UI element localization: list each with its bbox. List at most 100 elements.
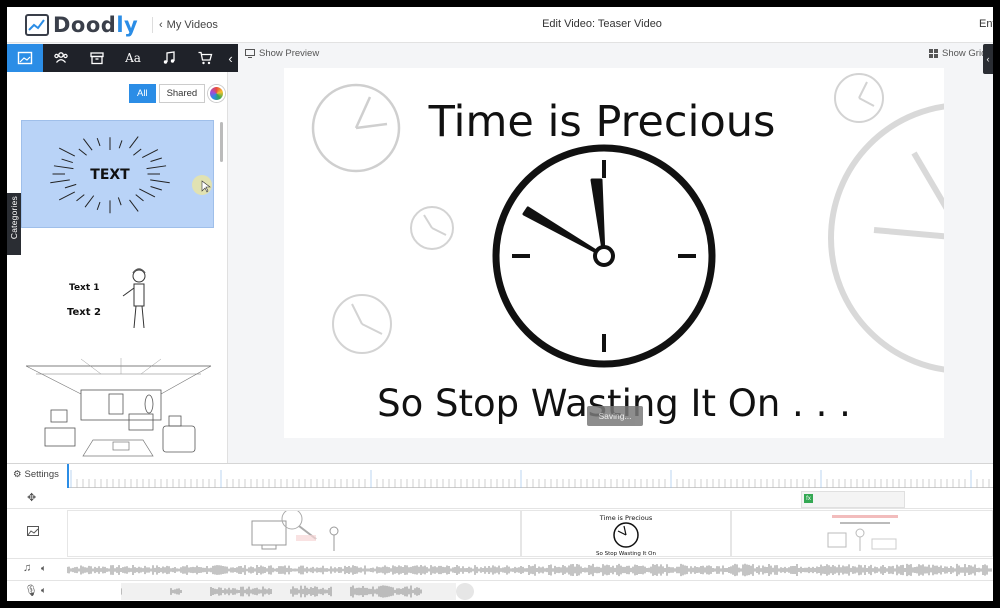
library-scrollbar[interactable] (220, 122, 223, 162)
burst-ray (118, 140, 123, 149)
video-canvas[interactable]: Time is Precious So Stop Wasting It On .… (284, 68, 944, 438)
burst-ray (64, 183, 77, 189)
doodly-app: Doodly ‹ My Videos Edit Video: Teaser Vi… (7, 7, 993, 601)
burst-ray (96, 201, 101, 211)
timeline-panel: ⚙ Settings ✥ fx Time is Precious So Stop… (7, 463, 993, 601)
presenter-illustration: Text 1 Text 2 (67, 268, 146, 329)
image-track-icon (27, 526, 39, 539)
burst-ray (139, 188, 156, 198)
bg-clock-top-left (311, 83, 401, 173)
music-waveform[interactable] (67, 560, 993, 580)
my-videos-link[interactable]: ‹ My Videos (152, 17, 218, 33)
top-bar: Doodly ‹ My Videos Edit Video: Teaser Vi… (7, 7, 993, 43)
burst-ray (78, 148, 87, 156)
right-panel-toggle[interactable]: ‹ (983, 44, 993, 74)
scene-clip-1[interactable] (67, 510, 521, 557)
burst-ray (76, 194, 85, 202)
show-grid-label: Show Grid (942, 48, 987, 59)
monitor-icon (245, 49, 255, 58)
burst-ray (129, 199, 139, 212)
bg-clock-top-right (834, 73, 884, 123)
voiceover-clip[interactable] (120, 583, 456, 600)
scene-artwork: Time is Precious So Stop Wasting It On .… (311, 73, 944, 425)
chevron-left-icon: ‹ (159, 19, 163, 31)
logo-wordmark: Doodly (53, 13, 139, 37)
music-icon[interactable] (151, 44, 187, 72)
main-clock (492, 144, 716, 368)
thumb-text-label: TEXT (90, 167, 130, 183)
motion-track: ✥ fx (7, 488, 993, 509)
voiceover-waveform (120, 585, 422, 598)
bg-clock-large-right (828, 103, 944, 373)
fx-icon: fx (804, 494, 813, 503)
room-illustration (25, 358, 212, 457)
show-preview-toggle[interactable]: Show Preview (245, 48, 319, 59)
color-filter-icon[interactable] (208, 85, 226, 102)
burst-ray (58, 147, 76, 157)
scene-track: Time is Precious So Stop Wasting It On (7, 509, 993, 559)
settings-label: Settings (24, 469, 59, 480)
box-icon[interactable] (79, 44, 115, 72)
burst-ray (96, 137, 101, 147)
filter-shared[interactable]: Shared (158, 84, 206, 103)
burst-ray (117, 197, 122, 206)
scene-3-preview (827, 515, 898, 551)
text-burst-illustration: TEXT (50, 136, 212, 214)
voiceover-track: 🎙︎ 🔈︎ (7, 581, 993, 601)
asset-thumb-presenter[interactable]: Text 1 Text 2 (21, 240, 214, 350)
asset-thumb-text-burst[interactable]: TEXT (21, 120, 214, 228)
microphone-icon: 🎙︎ (24, 585, 38, 597)
bg-clock-small-left (410, 206, 454, 250)
burst-ray (150, 179, 170, 184)
thumb-text-1: Text 1 (69, 283, 100, 293)
timeline-settings-button[interactable]: ⚙ Settings (13, 469, 59, 480)
burst-ray (53, 165, 74, 170)
playhead[interactable] (67, 464, 69, 488)
scene-2-preview: Time is Precious So Stop Wasting It On (596, 514, 656, 557)
page-title: Edit Video: Teaser Video (542, 18, 662, 30)
move-icon: ✥ (27, 492, 37, 504)
music-track: ♫ 🔈︎ (7, 559, 993, 581)
voice-volume-icon[interactable]: 🔈︎ (41, 585, 46, 596)
asset-thumb-room[interactable] (21, 354, 214, 463)
bg-clock-bottom-left (332, 294, 392, 354)
font-icon[interactable]: Aa (115, 44, 151, 72)
filter-group: All Shared (129, 84, 226, 103)
music-note-icon: ♫ (23, 562, 32, 574)
scene-2-subtitle: So Stop Wasting It On (596, 551, 656, 557)
show-grid-toggle[interactable]: Show Grid (929, 48, 986, 59)
logo-chart-icon (25, 14, 49, 36)
collapse-panel-icon[interactable]: ‹ (223, 44, 238, 72)
scene-2-title: Time is Precious (599, 514, 653, 522)
doodly-logo[interactable]: Doodly (25, 11, 138, 39)
enter-button[interactable]: Ente (979, 18, 993, 30)
asset-library-panel: All Shared Categories TEXT Text 1 Text 2 (7, 72, 228, 463)
categories-tab[interactable]: Categories (7, 193, 21, 255)
burst-ray (58, 191, 76, 201)
my-videos-label: My Videos (166, 19, 218, 31)
filter-all[interactable]: All (129, 84, 156, 103)
burst-ray (142, 149, 159, 158)
saving-indicator: Saving... (587, 406, 643, 426)
image-icon[interactable] (7, 44, 43, 72)
scene-clip-3[interactable] (731, 510, 993, 557)
scene-clip-2[interactable]: Time is Precious So Stop Wasting It On (521, 510, 731, 557)
people-icon[interactable] (43, 44, 79, 72)
scene-1-preview (251, 511, 339, 551)
timeline-ruler[interactable] (67, 464, 993, 488)
categories-label: Categories (9, 196, 19, 240)
add-voice-button[interactable] (456, 583, 474, 600)
gear-icon: ⚙ (13, 469, 22, 480)
burst-ray (146, 165, 167, 170)
headline-text: Time is Precious (428, 97, 776, 147)
burst-ray (84, 195, 95, 208)
cart-icon[interactable] (187, 44, 223, 72)
thumb-text-2: Text 2 (67, 307, 101, 318)
grid-icon (929, 49, 938, 58)
burst-ray (61, 158, 73, 164)
effect-block[interactable]: fx (801, 491, 905, 508)
volume-icon[interactable]: 🔈︎ (41, 563, 46, 574)
asset-toolbar: Aa ‹ (7, 44, 238, 72)
burst-ray (50, 179, 70, 184)
burst-ray (150, 186, 162, 191)
